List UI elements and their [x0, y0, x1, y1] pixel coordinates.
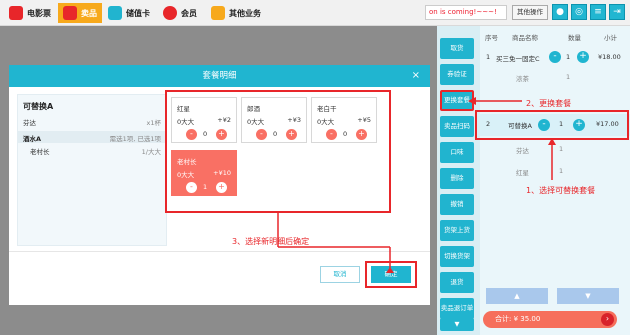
arrow-step3-head [386, 267, 394, 273]
annotation-arrows-step3 [277, 213, 394, 273]
annotation-step3: 3、选择新明细后确定 [232, 237, 310, 246]
